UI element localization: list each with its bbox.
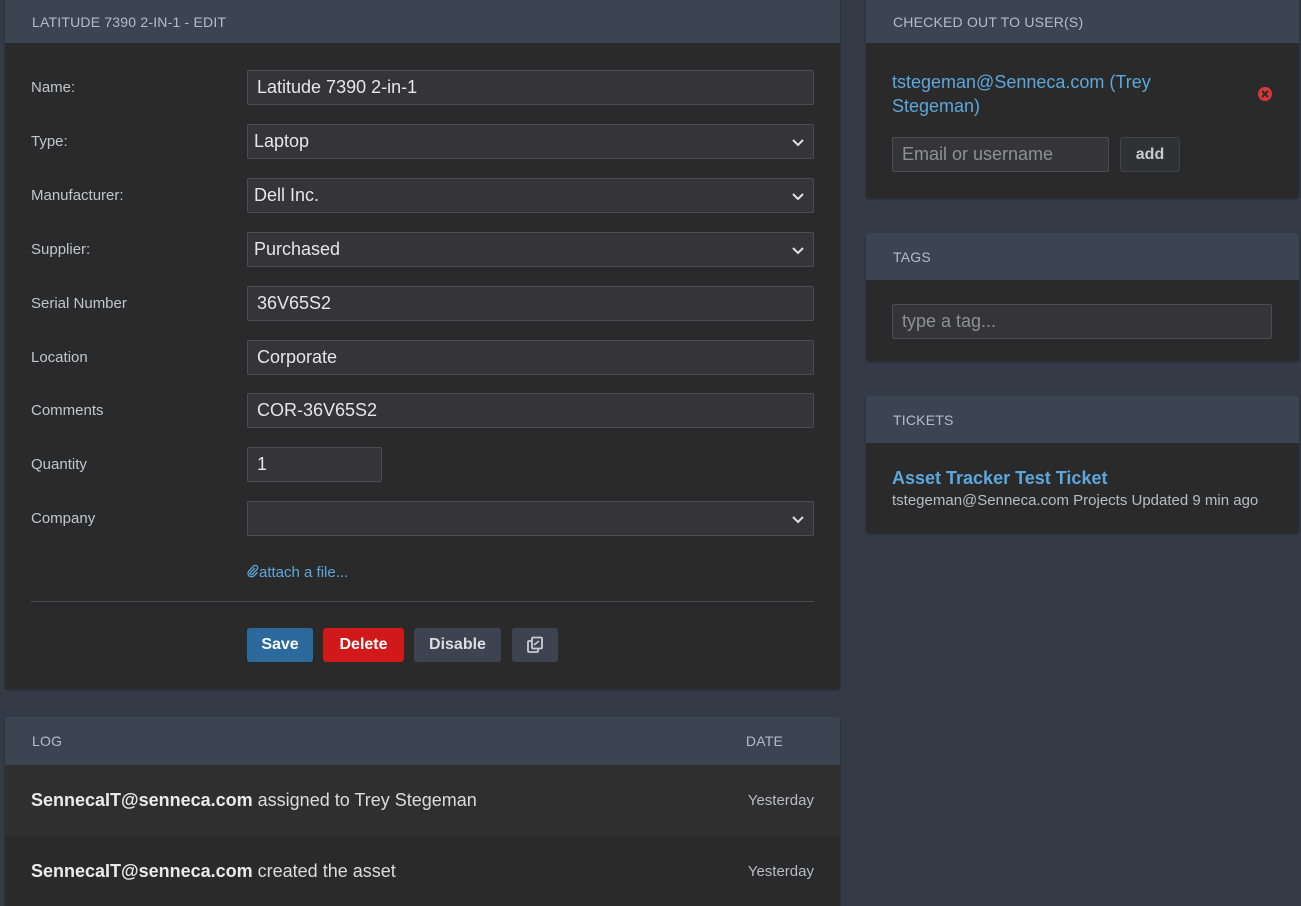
log-panel: LOG DATE SennecaIT@senneca.com assigned …: [5, 717, 840, 906]
serial-label: Serial Number: [31, 295, 127, 312]
form-divider: [31, 601, 814, 602]
comments-label: Comments: [31, 402, 104, 419]
tickets-title: TICKETS: [893, 411, 954, 428]
tickets-panel: TICKETS Asset Tracker Test Ticket tstege…: [866, 396, 1299, 533]
supplier-select[interactable]: Purchased: [247, 232, 814, 267]
tickets-header: TICKETS: [866, 396, 1299, 443]
log-user: SennecaIT@senneca.com: [31, 861, 253, 881]
tag-input[interactable]: [892, 304, 1272, 339]
checked-out-user-link[interactable]: tstegeman@Senneca.com (Trey Stegeman): [892, 70, 1192, 118]
date-column-header: DATE: [745, 733, 783, 749]
supplier-value: Purchased: [254, 239, 341, 259]
quantity-value: 1: [257, 454, 268, 474]
log-row: SennecaIT@senneca.com assigned to Trey S…: [5, 765, 840, 836]
remove-user-icon[interactable]: [1257, 86, 1273, 102]
clone-button[interactable]: [512, 628, 558, 662]
tags-title: TAGS: [893, 248, 931, 265]
manufacturer-select[interactable]: Dell Inc.: [247, 178, 814, 213]
edit-panel-title: LATITUDE 7390 2-IN-1 - EDIT: [32, 13, 227, 30]
tags-panel: TAGS: [866, 233, 1299, 361]
save-button[interactable]: Save: [247, 628, 313, 662]
chevron-down-icon: [792, 190, 804, 202]
location-label: Location: [31, 349, 88, 366]
form-row-manufacturer: Manufacturer: Dell Inc.: [5, 178, 840, 214]
form-row-company: Company: [5, 501, 840, 537]
serial-input[interactable]: 36V65S2: [247, 286, 814, 321]
name-label: Name:: [31, 79, 76, 96]
paperclip-icon: [247, 564, 259, 578]
name-input[interactable]: Latitude 7390 2-in-1: [247, 70, 814, 105]
checkout-title: CHECKED OUT TO USER(S): [893, 13, 1084, 30]
form-row-serial: Serial Number 36V65S2: [5, 286, 840, 322]
chevron-down-icon: [792, 136, 804, 148]
form-row-name: Name: Latitude 7390 2-in-1: [5, 70, 840, 106]
edit-panel: LATITUDE 7390 2-IN-1 - EDIT Name: Latitu…: [5, 0, 840, 689]
location-value: Corporate: [257, 347, 338, 367]
log-user: SennecaIT@senneca.com: [31, 790, 253, 810]
log-action: assigned to Trey Stegeman: [252, 790, 477, 810]
form-row-type: Type: Laptop: [5, 124, 840, 160]
log-row: SennecaIT@senneca.com created the asset …: [5, 836, 840, 906]
company-label: Company: [31, 510, 96, 527]
attach-file-label: attach a file...: [259, 564, 349, 581]
log-column-header: LOG: [32, 733, 63, 749]
form-row-quantity: Quantity 1: [5, 447, 840, 483]
checkout-panel: CHECKED OUT TO USER(S) tstegeman@Senneca…: [866, 0, 1299, 198]
log-action: created the asset: [252, 861, 396, 881]
email-or-username-input[interactable]: [892, 137, 1109, 172]
manufacturer-value: Dell Inc.: [254, 185, 320, 205]
attach-file-link[interactable]: attach a file...: [247, 564, 348, 581]
add-user-button[interactable]: add: [1120, 137, 1180, 172]
chevron-down-icon: [792, 244, 804, 256]
type-select[interactable]: Laptop: [247, 124, 814, 159]
clone-icon: [527, 636, 543, 653]
quantity-input[interactable]: 1: [247, 447, 382, 482]
edit-panel-header: LATITUDE 7390 2-IN-1 - EDIT: [5, 0, 840, 43]
ticket-meta: tstegeman@Senneca.com Projects Updated 9…: [892, 492, 1259, 509]
supplier-label: Supplier:: [31, 241, 91, 258]
serial-value: 36V65S2: [257, 293, 332, 313]
log-header: LOG DATE: [5, 717, 840, 765]
type-label: Type:: [31, 133, 68, 150]
chevron-down-icon: [792, 513, 804, 525]
comments-value: COR-36V65S2: [257, 400, 378, 420]
disable-button[interactable]: Disable: [414, 628, 501, 662]
comments-input[interactable]: COR-36V65S2: [247, 393, 814, 428]
form-row-comments: Comments COR-36V65S2: [5, 393, 840, 429]
form-row-location: Location Corporate: [5, 340, 840, 376]
tags-header: TAGS: [866, 233, 1299, 280]
form-row-supplier: Supplier: Purchased: [5, 232, 840, 268]
delete-button[interactable]: Delete: [323, 628, 404, 662]
quantity-label: Quantity: [31, 456, 87, 473]
company-select[interactable]: [247, 501, 814, 536]
log-date: Yesterday: [747, 863, 814, 880]
type-value: Laptop: [254, 131, 310, 151]
checkout-header: CHECKED OUT TO USER(S): [866, 0, 1299, 43]
manufacturer-label: Manufacturer:: [31, 187, 124, 204]
log-date: Yesterday: [747, 792, 814, 809]
location-input[interactable]: Corporate: [247, 340, 814, 375]
name-value: Latitude 7390 2-in-1: [257, 77, 418, 97]
ticket-link[interactable]: Asset Tracker Test Ticket: [892, 468, 1107, 489]
